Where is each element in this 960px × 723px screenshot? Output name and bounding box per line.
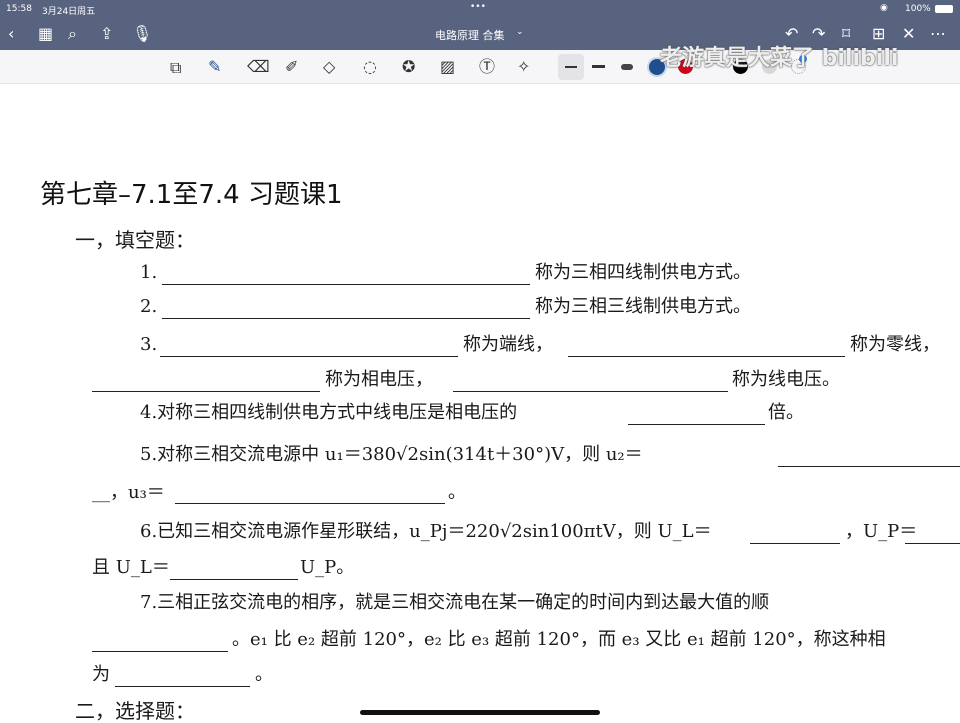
question-text: 为: [92, 664, 110, 685]
close-icon[interactable]: ✕: [902, 24, 915, 43]
more-icon[interactable]: ⋯: [930, 24, 946, 43]
question-text: 。: [448, 482, 466, 503]
question-number: 3.: [140, 334, 158, 355]
answer-blank[interactable]: [92, 651, 228, 652]
laser-pointer-icon[interactable]: ✧: [517, 58, 530, 76]
wifi-icon: ◉: [880, 3, 888, 13]
medium-stroke-button[interactable]: [592, 65, 605, 68]
question-text: 。e₁ 比 e₂ 超前 120°，e₂ 比 e₃ 超前 120°，而 e₃ 又比…: [232, 629, 886, 650]
answer-blank[interactable]: [92, 391, 320, 392]
page-title: 第七章–7.1至7.4 习题课1: [40, 180, 343, 210]
color-swatch-black[interactable]: [733, 59, 748, 74]
color-swatch-gray[interactable]: [762, 59, 777, 74]
bookmark-icon[interactable]: ⌑: [842, 24, 850, 43]
battery-icon: [935, 5, 953, 13]
answer-blank[interactable]: [175, 503, 445, 504]
text-icon[interactable]: Ⓣ: [479, 58, 495, 76]
share-icon[interactable]: ⇪: [100, 24, 113, 43]
answer-blank[interactable]: [905, 543, 960, 544]
answer-blank[interactable]: [162, 284, 530, 285]
pen-icon[interactable]: ✎: [208, 58, 221, 76]
back-icon[interactable]: ‹: [8, 24, 14, 43]
nav-bar: ‹ ▦ ⌕ ⇪ 🎙 电路原理 合集 ⌄ ↶ ↷ ⌑ ⊞ ✕ ⋯: [0, 18, 960, 50]
battery-level: 100%: [905, 4, 931, 14]
answer-blank[interactable]: [750, 543, 840, 544]
question-text: 且 U_L＝: [92, 557, 170, 578]
question-text: 称为线电压。: [732, 369, 840, 390]
question-text: 。: [255, 664, 273, 685]
question-number: 2.: [140, 296, 158, 317]
lasso-icon[interactable]: ◌: [363, 58, 377, 76]
question-text: 倍。: [768, 402, 804, 423]
image-icon[interactable]: ▨: [440, 58, 455, 76]
answer-blank[interactable]: [453, 391, 728, 392]
chevron-down-icon[interactable]: ⌄: [516, 27, 524, 37]
question-text: 称为相电压，: [325, 369, 433, 390]
add-page-icon[interactable]: ⊞: [872, 24, 885, 43]
question-text: 称为端线，: [463, 334, 553, 355]
read-mode-icon[interactable]: ⧉: [170, 59, 181, 77]
section-heading: 二，选择题：: [75, 699, 195, 723]
section-heading: 一，填空题：: [75, 228, 195, 252]
thin-stroke-button[interactable]: [558, 54, 584, 80]
answer-blank[interactable]: [160, 356, 458, 357]
highlighter-icon[interactable]: ✐: [285, 58, 298, 76]
answer-blank[interactable]: [568, 356, 845, 357]
eraser-icon[interactable]: ⌫: [247, 58, 270, 76]
question-text: 称为三相三线制供电方式。: [535, 296, 751, 317]
grid-icon[interactable]: ▦: [38, 24, 53, 43]
answer-blank[interactable]: [115, 686, 250, 687]
shapes-icon[interactable]: ◇: [323, 58, 335, 76]
question-text: 4.对称三相四线制供电方式中线电压是相电压的: [140, 402, 518, 423]
answer-blank[interactable]: [170, 579, 298, 580]
document-title[interactable]: 电路原理 合集: [435, 27, 505, 43]
thick-stroke-button[interactable]: [621, 64, 633, 70]
color-swatch-blue[interactable]: [649, 59, 665, 75]
sticker-icon[interactable]: ✪: [402, 58, 415, 76]
question-number: 1.: [140, 262, 158, 283]
question-text: U_P。: [300, 557, 355, 578]
color-swatch-red[interactable]: [678, 59, 693, 74]
undo-icon[interactable]: ↶: [785, 24, 798, 43]
answer-blank[interactable]: [162, 318, 530, 319]
status-bar: 15:58 3月24日周五 ••• ◉ 100%: [0, 0, 960, 18]
multitask-dots-icon[interactable]: •••: [470, 2, 486, 12]
microphone-icon[interactable]: 🎙: [132, 24, 152, 43]
question-text: 7.三相正弦交流电的相序，就是三相交流电在某一确定的时间内到达最大值的顺: [140, 592, 770, 613]
question-text: 称为三相四线制供电方式。: [535, 262, 751, 283]
question-text: __，u₃＝: [92, 482, 165, 503]
question-text: 6.已知三相交流电源作星形联结，u_Pj＝220√2sin100πtV，则 U_…: [140, 521, 712, 542]
question-text: 5.对称三相交流电源中 u₁＝380√2sin(314t＋30°)V，则 u₂＝: [140, 444, 643, 465]
status-time: 15:58: [6, 4, 32, 14]
question-text: 称为零线，: [850, 334, 940, 355]
answer-blank[interactable]: [778, 466, 960, 467]
question-text: ，U_P＝: [845, 521, 918, 542]
search-icon[interactable]: ⌕: [68, 24, 77, 44]
home-indicator[interactable]: [360, 710, 600, 715]
drawing-toolbar: ⧉ ✎ ⌫ ✐ ◇ ◌ ✪ ▨ Ⓣ ✧: [0, 50, 960, 84]
answer-blank[interactable]: [628, 424, 765, 425]
status-date: 3月24日周五: [42, 7, 96, 17]
redo-icon[interactable]: ↷: [812, 24, 825, 43]
add-color-button[interactable]: [791, 55, 807, 74]
